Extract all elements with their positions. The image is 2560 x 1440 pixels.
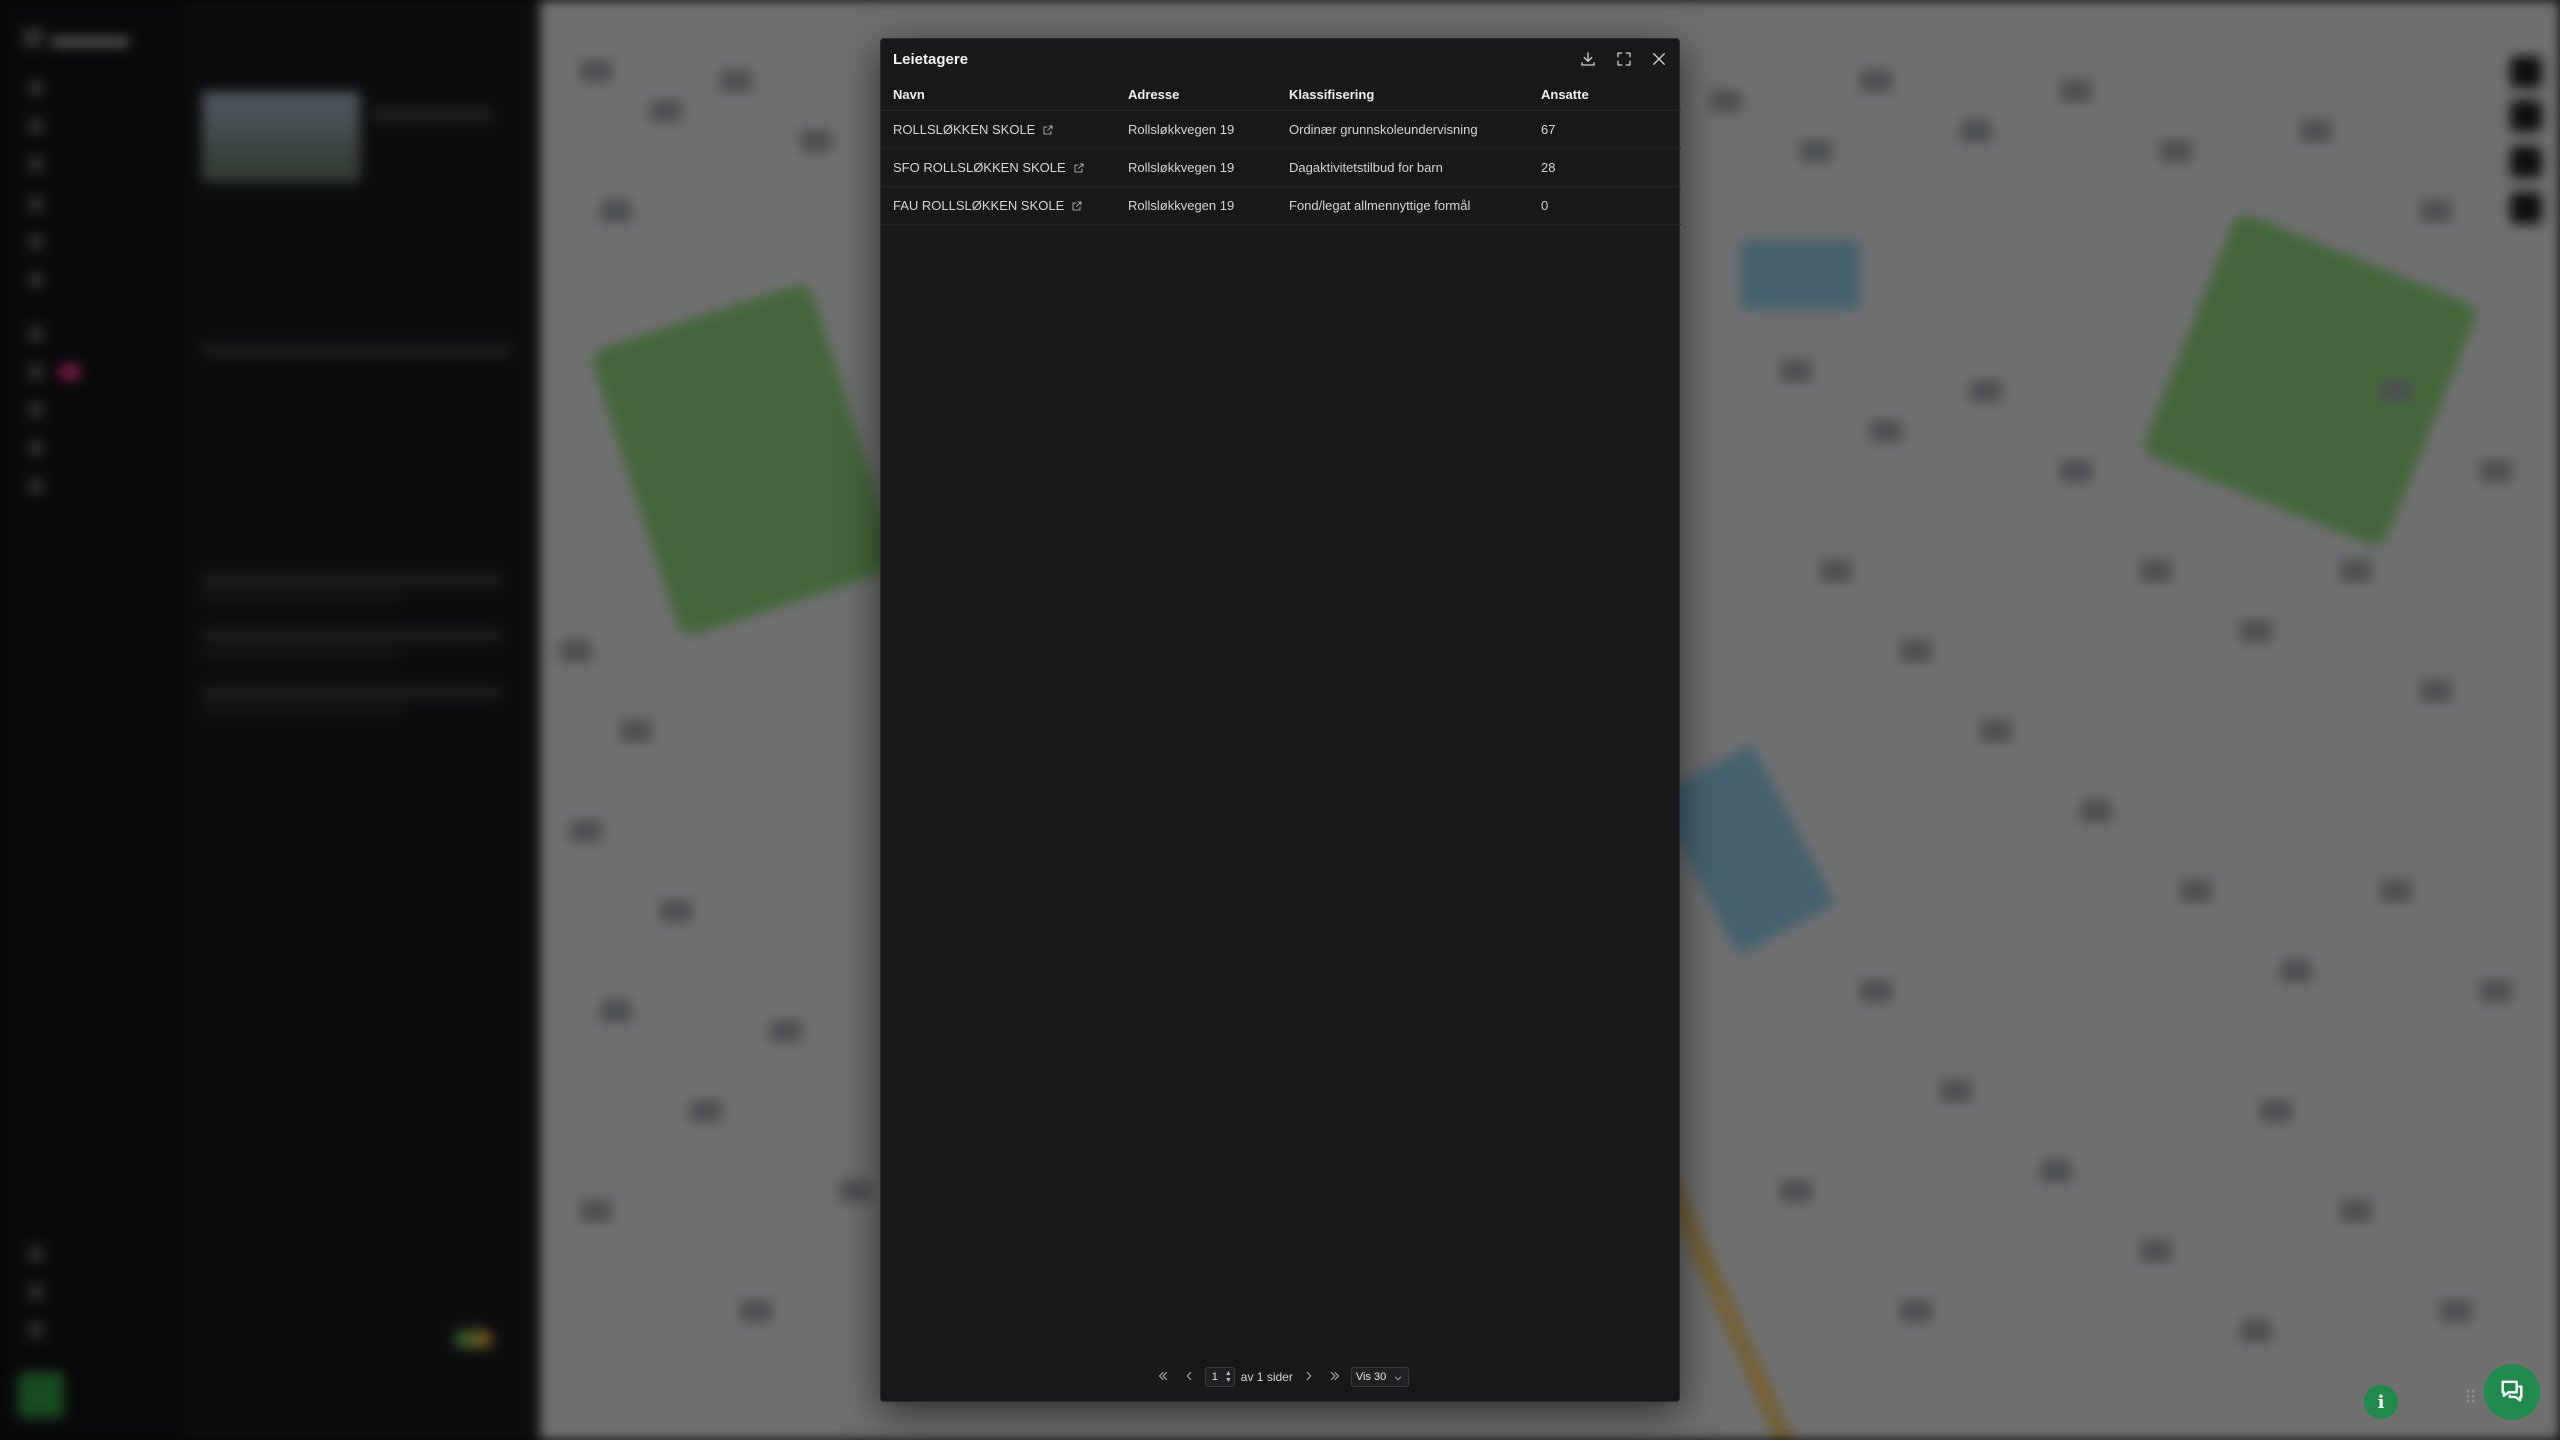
close-button[interactable] xyxy=(1645,47,1673,75)
pagination: ▲▼ av 1 sider Vis 30 xyxy=(881,1365,1681,1389)
info-icon: i xyxy=(2377,1391,2385,1413)
column-header-name[interactable]: Navn xyxy=(893,85,925,110)
tenant-employees: 28 xyxy=(1541,160,1556,175)
table-header-row: Navn Adresse Klassifisering Ansatte xyxy=(881,85,1681,111)
page-count-label: av 1 sider xyxy=(1240,1370,1293,1384)
drag-handle-icon[interactable]: ⠿ xyxy=(2464,1386,2480,1410)
chevron-left-icon xyxy=(1182,1369,1196,1386)
table-row: SFO ROLLSLØKKEN SKOLE Rollsløkkvegen 19 … xyxy=(881,149,1681,187)
tenant-name[interactable]: FAU ROLLSLØKKEN SKOLE xyxy=(893,198,1064,213)
last-page-button[interactable] xyxy=(1325,1367,1345,1387)
tenant-name-link[interactable]: FAU ROLLSLØKKEN SKOLE xyxy=(893,187,1083,224)
tenant-employees: 0 xyxy=(1541,198,1549,213)
next-page-button[interactable] xyxy=(1299,1367,1319,1387)
column-header-address[interactable]: Adresse xyxy=(1128,85,1179,110)
info-button[interactable]: i xyxy=(2364,1385,2398,1419)
fullscreen-button[interactable] xyxy=(1610,47,1638,75)
chat-button[interactable] xyxy=(2484,1364,2540,1420)
tenant-address: Rollsløkkvegen 19 xyxy=(1128,160,1235,175)
download-button[interactable] xyxy=(1574,47,1602,75)
tenant-classification: Fond/legat allmennyttige formål xyxy=(1289,198,1471,213)
table-row: ROLLSLØKKEN SKOLE Rollsløkkvegen 19 Ordi… xyxy=(881,111,1681,149)
chevrons-left-icon xyxy=(1156,1369,1170,1386)
chevrons-right-icon xyxy=(1328,1369,1342,1386)
tenant-address: Rollsløkkvegen 19 xyxy=(1128,122,1235,137)
page-number-stepper[interactable]: ▲▼ xyxy=(1204,1367,1235,1387)
tenant-address: Rollsløkkvegen 19 xyxy=(1128,198,1235,213)
column-header-classification[interactable]: Klassifisering xyxy=(1289,85,1374,110)
tenant-classification: Ordinær grunnskoleundervisning xyxy=(1289,122,1478,137)
table-row: FAU ROLLSLØKKEN SKOLE Rollsløkkvegen 19 … xyxy=(881,187,1681,225)
download-icon xyxy=(1579,50,1597,73)
modal-title: Leietagere xyxy=(893,51,969,68)
external-link-icon[interactable] xyxy=(1073,162,1085,174)
tenant-name[interactable]: SFO ROLLSLØKKEN SKOLE xyxy=(893,160,1066,175)
stepper-arrows-icon[interactable]: ▲ ▼ xyxy=(1225,1370,1232,1384)
page-size-value: Vis 30 xyxy=(1355,1371,1387,1383)
first-page-button[interactable] xyxy=(1153,1367,1173,1387)
close-icon xyxy=(1650,50,1668,73)
tenant-employees: 67 xyxy=(1541,122,1556,137)
tenant-name-link[interactable]: SFO ROLLSLØKKEN SKOLE xyxy=(893,149,1085,186)
tenant-classification: Dagaktivitetstilbud for barn xyxy=(1289,160,1443,175)
external-link-icon[interactable] xyxy=(1071,200,1083,212)
tenant-name[interactable]: ROLLSLØKKEN SKOLE xyxy=(893,122,1035,137)
tenant-name-link[interactable]: ROLLSLØKKEN SKOLE xyxy=(893,111,1054,148)
previous-page-button[interactable] xyxy=(1179,1367,1199,1387)
tenants-table: Navn Adresse Klassifisering Ansatte ROLL… xyxy=(881,85,1681,225)
chevron-right-icon xyxy=(1302,1369,1316,1386)
tenants-modal: Leietagere Navn Adresse Klassifisering A… xyxy=(880,38,1681,1402)
chevron-down-icon xyxy=(1395,1376,1402,1381)
fullscreen-icon xyxy=(1615,50,1633,73)
page-size-select[interactable]: Vis 30 xyxy=(1350,1367,1410,1387)
chat-icon xyxy=(2498,1376,2526,1409)
column-header-employees[interactable]: Ansatte xyxy=(1541,85,1589,110)
modal-header: Leietagere xyxy=(881,39,1681,79)
external-link-icon[interactable] xyxy=(1042,124,1054,136)
